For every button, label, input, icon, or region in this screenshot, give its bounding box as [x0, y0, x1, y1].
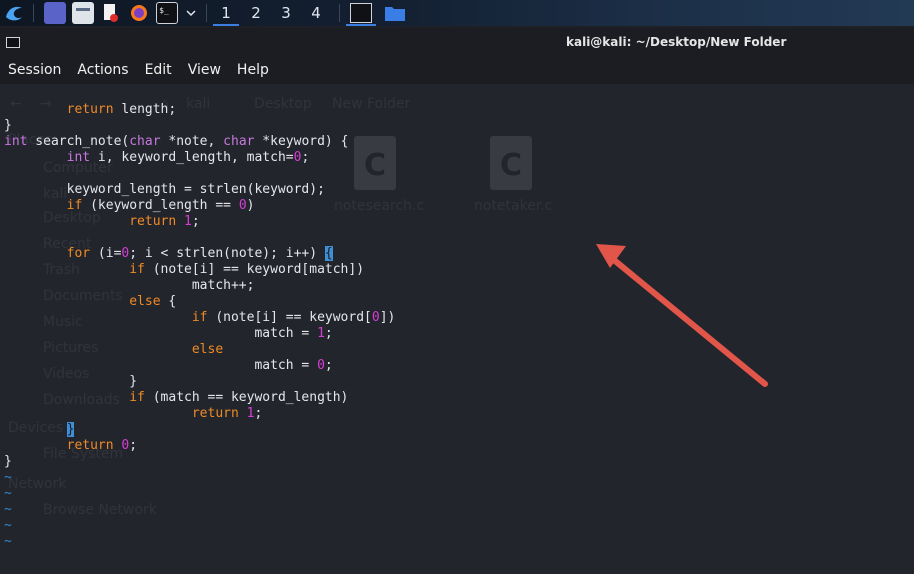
ghost-network-header: Network [8, 476, 67, 492]
terminal-view[interactable]: ← → ⌂ kali Desktop New Folder Places Com… [0, 84, 914, 574]
code-line: if (note[i] == keyword[0]) [191, 310, 396, 325]
file-manager-icon[interactable] [72, 2, 94, 24]
show-desktop-icon[interactable] [44, 2, 66, 24]
ghost-file-icon: C [490, 136, 532, 190]
workspace-2[interactable]: 2 [241, 0, 271, 26]
code-line: return length; [66, 102, 177, 117]
code-line: match = 0; [4, 358, 333, 373]
terminal-task-icon [350, 3, 372, 23]
code-line: else [191, 342, 224, 357]
code-line: } [4, 422, 75, 438]
empty-line-tilde: ~ [4, 486, 12, 501]
menu-bar: Session Actions Edit View Help [0, 56, 914, 84]
matched-bracket: { [324, 246, 333, 261]
code-line: int search_note(char *note, char *keywor… [4, 134, 349, 149]
empty-line-tilde: ~ [4, 502, 12, 517]
kali-dragon-icon[interactable] [3, 2, 25, 24]
code-line: for (i=0; i < strlen(note); i++) { [66, 246, 333, 261]
menu-session[interactable]: Session [0, 62, 69, 78]
code-line: match++; [4, 278, 255, 293]
ghost-path-kali: kali [186, 96, 211, 112]
workspace-1[interactable]: 1 [211, 0, 241, 26]
firefox-icon[interactable] [128, 2, 150, 24]
chevron-down-icon[interactable] [184, 2, 198, 24]
code-line: return 1; [129, 214, 200, 229]
taskbar-separator [206, 4, 207, 22]
code-line: if (note[i] == keyword[match]) [129, 262, 365, 277]
task-terminal[interactable] [344, 0, 378, 26]
code-line: return 0; [66, 438, 138, 453]
code-line: keyword_length = strlen(keyword); [4, 182, 325, 197]
taskbar: $_ 1 2 3 4 [0, 0, 914, 26]
folder-icon [385, 7, 405, 21]
terminal-window-icon [6, 37, 20, 48]
terminal-launcher-icon[interactable]: $_ [156, 2, 178, 24]
code-line: if (keyword_length == 0) [66, 198, 255, 213]
code-line: match = 1; [4, 326, 333, 341]
code-line: } [4, 118, 12, 133]
ghost-file-notesearch: notesearch.c [334, 198, 425, 214]
text-cursor: } [66, 422, 75, 437]
empty-line-tilde: ~ [4, 518, 12, 533]
menu-edit[interactable]: Edit [137, 62, 180, 78]
taskbar-separator [339, 4, 340, 22]
task-file-manager[interactable] [378, 0, 412, 26]
ghost-path-newfolder: New Folder [332, 96, 411, 112]
window-title: kali@kali: ~/Desktop/New Folder [566, 35, 787, 49]
text-editor-icon[interactable] [100, 2, 122, 24]
menu-actions[interactable]: Actions [69, 62, 136, 78]
code-line: int i, keyword_length, match=0; [66, 150, 310, 165]
ghost-path-desktop: Desktop [254, 96, 312, 112]
code-line: else { [129, 294, 177, 309]
ghost-file-notetaker: notetaker.c [474, 198, 553, 214]
ghost-file-icon: C [354, 136, 396, 190]
workspace-3[interactable]: 3 [271, 0, 301, 26]
window-titlebar[interactable]: kali@kali: ~/Desktop/New Folder [0, 28, 914, 56]
code-line: if (match == keyword_length) [129, 390, 349, 405]
empty-line-tilde: ~ [4, 470, 12, 485]
code-line: } [4, 374, 138, 389]
code-line: } [4, 454, 12, 469]
code-line: return 1; [191, 406, 263, 421]
workspace-4[interactable]: 4 [301, 0, 331, 26]
menu-view[interactable]: View [180, 62, 229, 78]
ghost-network-browse: Browse Network [43, 502, 157, 518]
empty-line-tilde: ~ [4, 534, 12, 549]
taskbar-separator [33, 4, 34, 22]
menu-help[interactable]: Help [229, 62, 277, 78]
